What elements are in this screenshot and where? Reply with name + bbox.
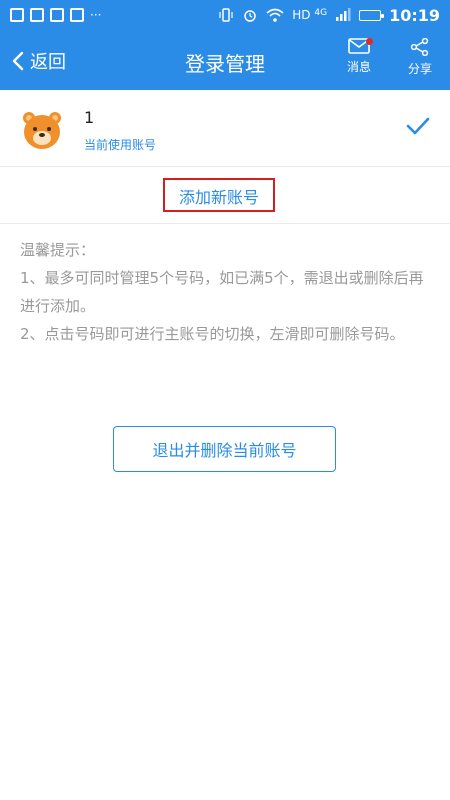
vibrate-icon (219, 8, 233, 22)
bear-avatar-icon (23, 112, 61, 149)
share-icon (410, 38, 429, 56)
app-notification-icon (30, 8, 44, 22)
account-name: 1 (84, 108, 95, 127)
wifi-icon (266, 8, 284, 22)
share-label: 分享 (407, 62, 432, 76)
app-grid-icon (50, 8, 64, 22)
battery-icon (359, 9, 385, 21)
app-header: 返回 登录管理 消息 分享 (0, 30, 450, 90)
add-account-row[interactable]: 添加新账号 (0, 167, 450, 224)
tips-title: 温馨提示： (20, 241, 96, 259)
tips-item-1: 1、最多可同时管理5个号码，如已满5个，需退出或删除后再进行添加。 (20, 269, 424, 315)
add-account-button[interactable]: 添加新账号 (163, 184, 275, 208)
alarm-icon (244, 10, 257, 22)
clock-time: 10:19 (389, 5, 440, 25)
unread-badge-icon (366, 38, 373, 45)
signal-icon (336, 8, 351, 21)
status-left: ··· (0, 8, 101, 22)
network-type-label: HD 4G (292, 8, 327, 22)
messages-button[interactable]: 消息 (337, 38, 381, 75)
status-right: HD 4G 10:19 (218, 6, 450, 25)
more-notifications-icon: ··· (90, 8, 102, 22)
page-title: 登录管理 (185, 52, 265, 76)
messages-label: 消息 (346, 60, 371, 74)
current-account-row[interactable]: 1 当前使用账号 (0, 92, 450, 167)
status-bar: ··· HD 4G 10:19 (0, 0, 450, 30)
tips-item-2: 2、点击号码即可进行主账号的切换，左滑即可删除号码。 (20, 325, 405, 343)
network-hd-label: HD (292, 8, 311, 22)
tips-section: 温馨提示： 1、最多可同时管理5个号码，如已满5个，需退出或删除后再进行添加。 … (20, 236, 430, 348)
logout-delete-button[interactable]: 退出并删除当前账号 (113, 426, 336, 472)
check-icon (406, 117, 430, 135)
share-button[interactable]: 分享 (398, 38, 442, 77)
image-icon (70, 8, 84, 22)
app-notification-icon (10, 8, 24, 22)
account-status-label: 当前使用账号 (84, 138, 157, 152)
network-gen-label: 4G (314, 8, 328, 18)
